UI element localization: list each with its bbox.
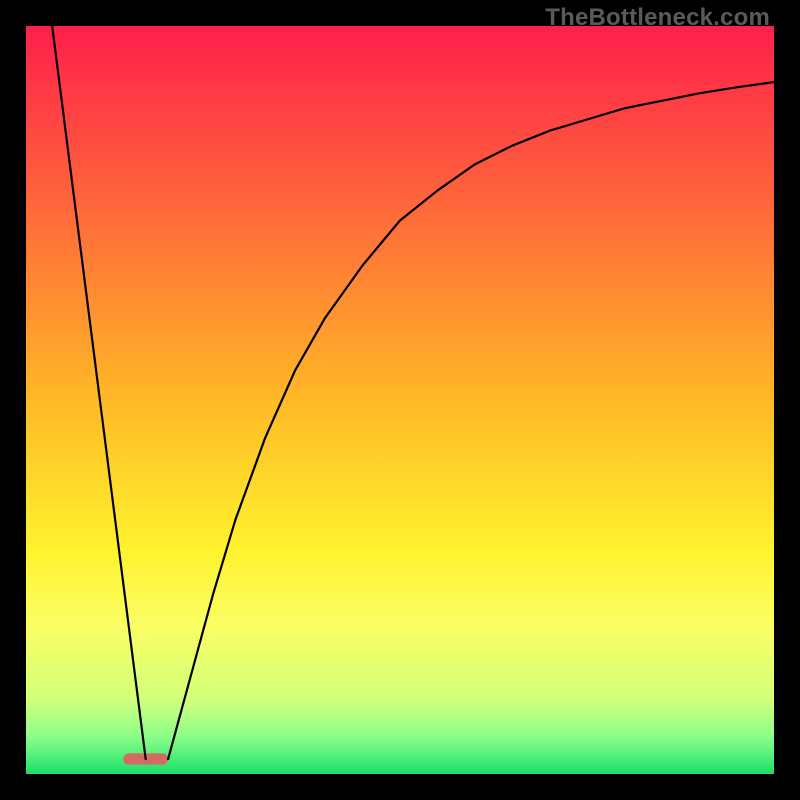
- watermark-text: TheBottleneck.com: [545, 4, 770, 32]
- plot-area: [26, 26, 774, 774]
- chart-svg: [26, 26, 774, 774]
- gradient-background: [26, 26, 774, 774]
- chart-frame: TheBottleneck.com: [0, 0, 800, 800]
